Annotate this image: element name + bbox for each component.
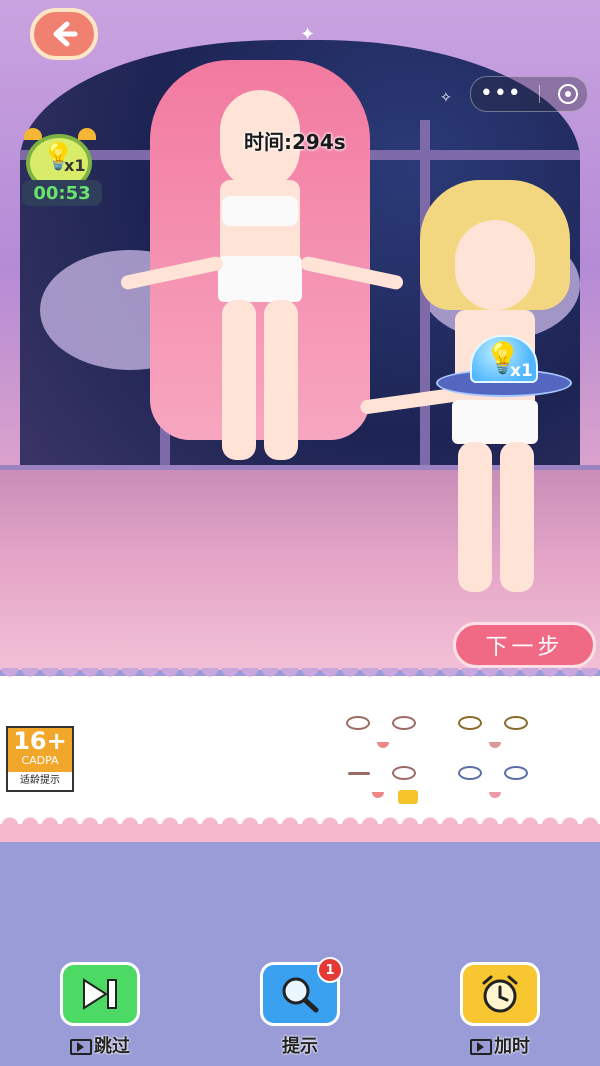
lace-border-top <box>0 668 600 688</box>
addtime-label: 加时 <box>494 1036 530 1057</box>
video-ad-icon <box>398 790 418 804</box>
skip-forward-icon <box>83 978 117 1010</box>
clock-multiplier: x1 <box>64 156 86 175</box>
girl-leg <box>264 300 298 460</box>
girl-leg <box>222 300 256 460</box>
record-icon[interactable] <box>558 84 579 104</box>
face-option-blue-eyes[interactable] <box>454 760 536 808</box>
back-button[interactable] <box>30 8 98 60</box>
mouth <box>489 742 501 748</box>
girl-shorts <box>218 256 302 302</box>
hint-ufo[interactable]: 💡 x1 <box>432 335 572 399</box>
sparkle-icon: ✦ <box>300 24 316 45</box>
face-option-gold-eyes[interactable] <box>454 710 536 758</box>
age-rating-number: 16+ <box>13 727 67 755</box>
age-rating-note: 适龄提示 <box>20 775 60 786</box>
bonus-countdown: 00:53 <box>22 180 102 206</box>
lace-border-bottom <box>0 816 600 842</box>
video-ad-icon <box>70 1039 92 1055</box>
sparkle-icon: ✧ <box>440 90 452 106</box>
mouth <box>372 792 384 798</box>
hint-multiplier: x1 <box>510 361 533 381</box>
more-dots-icon[interactable]: ••• <box>480 83 522 105</box>
eye <box>458 766 482 780</box>
mouth <box>377 742 389 748</box>
eye <box>392 766 416 780</box>
boy-leg <box>458 442 492 592</box>
next-step-button[interactable]: 下一步 <box>453 622 596 668</box>
level-timer: 时间:294s <box>244 130 346 154</box>
face-option-wink[interactable] <box>342 760 424 808</box>
boy-leg <box>500 442 534 592</box>
eye <box>392 716 416 730</box>
eye <box>346 716 370 730</box>
video-ad-icon <box>470 1039 492 1055</box>
arrow-left-icon <box>53 21 78 47</box>
addtime-tool[interactable]: 加时 <box>458 962 542 1058</box>
age-rating-badge: 16+ CADPA 适龄提示 <box>6 726 74 792</box>
boy-shorts <box>452 400 538 444</box>
eye <box>458 716 482 730</box>
magnifier-icon <box>282 977 319 1013</box>
boy-face <box>455 220 535 310</box>
addtime-button[interactable] <box>460 962 540 1026</box>
alarm-clock-icon <box>482 975 518 1013</box>
skip-button[interactable] <box>60 962 140 1026</box>
girl-top <box>222 196 298 226</box>
clock-bell <box>78 128 96 140</box>
skip-label: 跳过 <box>94 1036 130 1057</box>
hint-count-badge: 1 <box>317 957 343 983</box>
hint-label: 提示 <box>282 1036 318 1057</box>
mouth <box>489 792 501 798</box>
eye <box>504 716 528 730</box>
mini-program-menu[interactable]: ••• <box>470 76 588 112</box>
hint-tool[interactable]: 1 提示 <box>258 957 343 1058</box>
face-option-pink-eyes[interactable] <box>342 710 424 758</box>
age-rating-org: CADPA <box>21 754 59 767</box>
skip-tool[interactable]: 跳过 <box>58 962 142 1058</box>
closed-eye <box>348 772 370 775</box>
divider <box>539 85 541 103</box>
eye <box>504 766 528 780</box>
hint-button[interactable]: 1 <box>260 957 343 1026</box>
item-strip: 16+ CADPA 适龄提示 <box>0 668 600 842</box>
